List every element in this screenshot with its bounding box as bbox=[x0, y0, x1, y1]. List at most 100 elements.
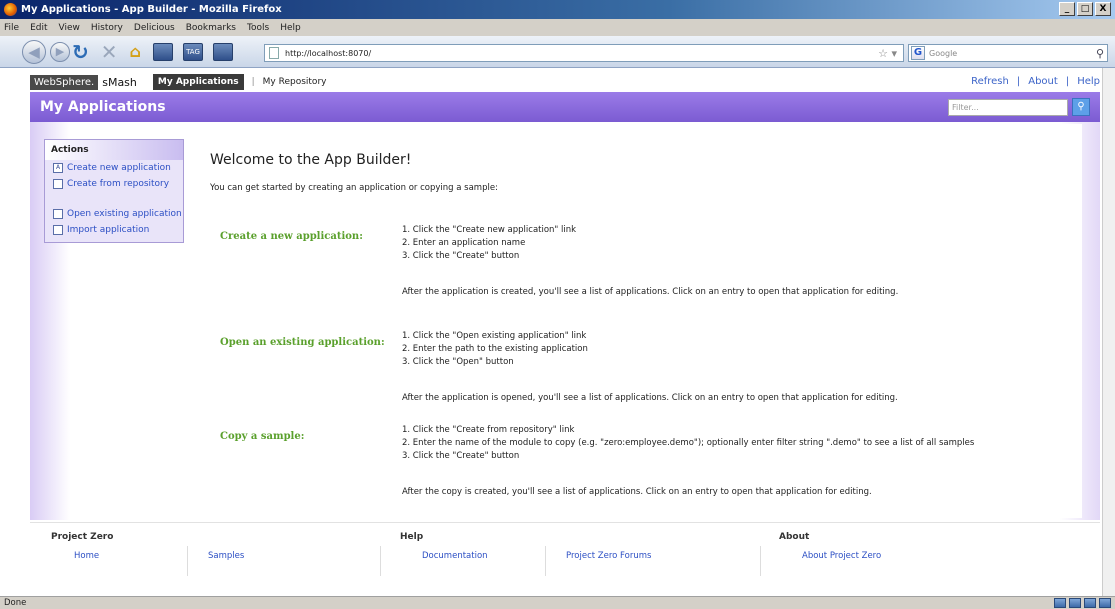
tab-my-repository[interactable]: My Repository bbox=[263, 77, 327, 87]
menu-bar: File Edit View History Delicious Bookmar… bbox=[0, 19, 1115, 36]
back-button[interactable]: ◀ bbox=[22, 39, 46, 64]
step: 3. Click the "Create" button bbox=[402, 251, 520, 261]
stop-icon: ✕ bbox=[100, 39, 118, 64]
addon-icon[interactable] bbox=[1069, 598, 1081, 608]
footer-link-samples[interactable]: Samples bbox=[208, 551, 244, 561]
maximize-button[interactable]: □ bbox=[1077, 2, 1093, 16]
footer-link-documentation[interactable]: Documentation bbox=[422, 551, 488, 561]
action-label: Import application bbox=[67, 225, 150, 235]
open-existing-application-link[interactable]: Open existing application bbox=[45, 206, 183, 222]
home-button[interactable]: ⌂ bbox=[130, 42, 141, 61]
section-title-copy: Copy a sample: bbox=[220, 431, 305, 442]
brand-logo: WebSphere. bbox=[30, 74, 99, 90]
page-title: My Applications bbox=[40, 99, 166, 115]
header-links: Refresh | About | Help bbox=[971, 76, 1100, 87]
page-banner: My Applications Filter... ⚲ bbox=[30, 92, 1100, 122]
tab-my-applications[interactable]: My Applications bbox=[152, 74, 244, 90]
step: 1. Click the "Create from repository" li… bbox=[402, 425, 575, 435]
window-title: My Applications - App Builder - Mozilla … bbox=[21, 4, 282, 15]
menu-history[interactable]: History bbox=[91, 23, 123, 33]
intro-text: You can get started by creating an appli… bbox=[210, 183, 498, 193]
footer-divider bbox=[187, 546, 188, 576]
window-title-bar: My Applications - App Builder - Mozilla … bbox=[0, 0, 1115, 19]
action-label: Create new application bbox=[67, 163, 171, 173]
new-app-icon: A bbox=[53, 163, 63, 173]
step: 2. Enter an application name bbox=[402, 238, 526, 248]
url-bar[interactable]: http://localhost:8070/ ☆ ▾ bbox=[264, 44, 904, 62]
forward-arrow-icon: ▶ bbox=[55, 45, 65, 58]
brand-product: sMash bbox=[102, 75, 137, 89]
document-icon bbox=[53, 209, 63, 219]
firefox-icon bbox=[4, 3, 17, 16]
status-text: Done bbox=[4, 598, 27, 608]
addon-icon[interactable] bbox=[1084, 598, 1096, 608]
section-after-create: After the application is created, you'll… bbox=[402, 287, 899, 297]
close-button[interactable]: X bbox=[1095, 2, 1111, 16]
section-steps-open: 1. Click the "Open existing application"… bbox=[402, 330, 588, 369]
status-bar: Done bbox=[0, 596, 1115, 609]
reload-button[interactable]: ↻ bbox=[72, 40, 89, 64]
footer-heading-about: About bbox=[779, 532, 810, 542]
create-from-repository-link[interactable]: Create from repository bbox=[45, 176, 183, 192]
footer-link-home[interactable]: Home bbox=[74, 551, 99, 561]
bookmark-toolbar-icon[interactable] bbox=[152, 42, 173, 61]
footer-heading-help: Help bbox=[400, 532, 424, 542]
page-icon bbox=[269, 47, 279, 59]
bookmark-star-icon[interactable]: ☆ ▾ bbox=[878, 47, 897, 60]
import-icon bbox=[53, 225, 63, 235]
window-controls: _ □ X bbox=[1059, 2, 1111, 16]
step: 3. Click the "Open" button bbox=[402, 357, 514, 367]
home-icon: ⌂ bbox=[129, 42, 141, 61]
menu-view[interactable]: View bbox=[59, 23, 80, 33]
addon-icon[interactable] bbox=[1099, 598, 1111, 608]
search-box[interactable]: G Google ⚲ bbox=[908, 44, 1108, 62]
menu-file[interactable]: File bbox=[4, 23, 19, 33]
forward-button[interactable]: ▶ bbox=[50, 41, 70, 62]
filter-search-button[interactable]: ⚲ bbox=[1072, 98, 1090, 116]
link-separator: | bbox=[1065, 76, 1070, 87]
help-link[interactable]: Help bbox=[1077, 76, 1100, 87]
step: 2. Enter the path to the existing applic… bbox=[402, 344, 588, 354]
repository-icon bbox=[53, 179, 63, 189]
menu-help[interactable]: Help bbox=[280, 23, 301, 33]
page-footer bbox=[30, 522, 1100, 586]
footer-divider bbox=[380, 546, 381, 576]
menu-delicious[interactable]: Delicious bbox=[134, 23, 175, 33]
status-icons bbox=[1054, 598, 1111, 608]
search-placeholder: Google bbox=[929, 48, 958, 58]
import-application-link[interactable]: Import application bbox=[45, 222, 183, 238]
stop-button[interactable]: ✕ bbox=[101, 40, 118, 64]
footer-link-about-project-zero[interactable]: About Project Zero bbox=[802, 551, 881, 561]
minimize-button[interactable]: _ bbox=[1059, 2, 1075, 16]
search-icon[interactable]: ⚲ bbox=[1096, 47, 1104, 60]
tag-icon[interactable]: TAG bbox=[182, 42, 203, 61]
refresh-link[interactable]: Refresh bbox=[971, 76, 1009, 87]
step: 1. Click the "Open existing application"… bbox=[402, 331, 587, 341]
search-icon: ⚲ bbox=[1077, 101, 1085, 112]
google-engine-icon[interactable]: G bbox=[911, 46, 925, 60]
step: 3. Click the "Create" button bbox=[402, 451, 520, 461]
reload-icon: ↻ bbox=[72, 39, 89, 64]
menu-edit[interactable]: Edit bbox=[30, 23, 47, 33]
actions-panel: Actions A Create new application Create … bbox=[44, 139, 184, 243]
section-title-create: Create a new application: bbox=[220, 231, 363, 242]
menu-bookmarks[interactable]: Bookmarks bbox=[186, 23, 236, 33]
footer-heading-project-zero: Project Zero bbox=[51, 532, 114, 542]
step: 1. Click the "Create new application" li… bbox=[402, 225, 577, 235]
app-header: WebSphere. sMash My Applications | My Re… bbox=[30, 73, 1100, 91]
vertical-scrollbar[interactable] bbox=[1102, 68, 1115, 596]
footer-link-forums[interactable]: Project Zero Forums bbox=[566, 551, 651, 561]
menu-tools[interactable]: Tools bbox=[247, 23, 269, 33]
back-arrow-icon: ◀ bbox=[28, 42, 40, 61]
filter-input[interactable]: Filter... bbox=[948, 99, 1068, 116]
link-separator: | bbox=[1016, 76, 1021, 87]
create-new-application-link[interactable]: A Create new application bbox=[45, 160, 183, 176]
addon-icon[interactable] bbox=[1054, 598, 1066, 608]
footer-divider bbox=[545, 546, 546, 576]
actions-heading: Actions bbox=[45, 140, 183, 160]
action-label: Open existing application bbox=[67, 209, 182, 219]
about-link[interactable]: About bbox=[1028, 76, 1058, 87]
sidebar-toolbar-icon[interactable] bbox=[212, 42, 233, 61]
section-after-copy: After the copy is created, you'll see a … bbox=[402, 487, 872, 497]
section-steps-copy: 1. Click the "Create from repository" li… bbox=[402, 424, 974, 463]
